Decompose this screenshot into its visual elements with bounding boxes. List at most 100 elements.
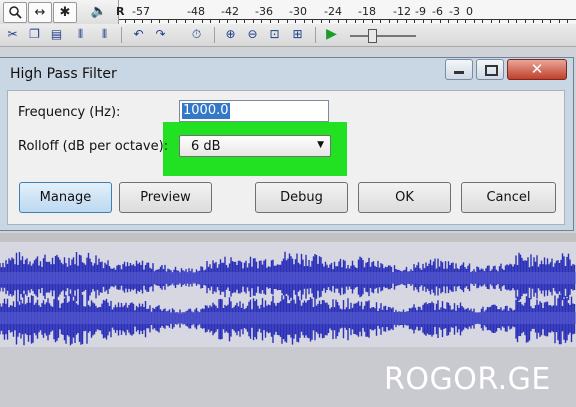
ruler-tick	[167, 19, 169, 23]
ruler-tick	[193, 19, 194, 23]
close-button[interactable]: ✕	[507, 59, 567, 80]
right-channel-marker: R	[116, 5, 125, 18]
watermark: ROGOR.GE	[384, 362, 551, 397]
ruler-tick	[312, 19, 313, 23]
ruler-tick	[329, 19, 330, 23]
minimize-button[interactable]	[445, 59, 473, 80]
debug-button[interactable]: Debug	[255, 182, 348, 213]
ruler-tick	[567, 19, 568, 23]
ruler-tick	[261, 19, 262, 23]
ruler-tick	[422, 19, 424, 23]
rolloff-select[interactable]: 6 dB ▼	[179, 135, 331, 157]
silence-icon[interactable]: ⦀	[96, 26, 113, 43]
cancel-button[interactable]: Cancel	[461, 182, 556, 213]
audio-track[interactable]	[0, 242, 576, 347]
redo-icon[interactable]: ↷	[152, 26, 169, 43]
ruler-label: 0	[466, 5, 473, 18]
rolloff-label: Rolloff (dB per octave):	[18, 139, 169, 154]
copy-icon[interactable]: ❐	[26, 26, 43, 43]
chevron-down-icon: ▼	[317, 140, 324, 150]
ruler-tick	[465, 19, 466, 23]
waveform-trace	[0, 251, 576, 346]
ruler-tick	[550, 19, 551, 23]
waveform	[0, 251, 576, 346]
ruler-tick	[252, 19, 254, 23]
sync-lock-icon[interactable]: ⏱	[188, 26, 205, 43]
ruler-label: -30	[289, 5, 307, 18]
ruler-label: -24	[324, 5, 342, 18]
dialog-title: High Pass Filter	[10, 66, 117, 82]
ruler-tick	[456, 19, 458, 23]
ruler-label: -57	[132, 5, 150, 18]
rolloff-value: 6 dB	[191, 139, 221, 154]
ruler-tick	[227, 19, 228, 23]
speed-slider-track[interactable]	[350, 35, 416, 37]
ruler-tick	[269, 19, 271, 23]
dialog-titlebar[interactable]: High Pass Filter ✕	[0, 58, 573, 90]
toolbar-separator	[214, 27, 215, 43]
waveform-rms-band	[0, 272, 576, 284]
ruler-tick	[295, 19, 296, 23]
maximize-icon	[485, 65, 498, 76]
maximize-button[interactable]	[476, 59, 504, 80]
ruler-tick	[201, 19, 203, 23]
ruler-tick	[439, 19, 441, 23]
preview-button[interactable]: Preview	[119, 182, 212, 213]
ruler-tick	[346, 19, 347, 23]
speed-slider-thumb[interactable]	[368, 29, 377, 43]
timeshift-icon[interactable]: ↔	[28, 2, 52, 23]
ruler-tick	[363, 19, 364, 23]
ruler-tick	[278, 19, 279, 23]
ruler-tick	[431, 19, 432, 23]
ruler-tick	[414, 19, 415, 23]
multi-tool-icon[interactable]: ✱	[53, 2, 77, 23]
toolbar-separator	[121, 27, 122, 43]
fit-selection-icon[interactable]: ⊡	[266, 26, 283, 43]
manage-button[interactable]: Manage	[19, 182, 112, 213]
frequency-input[interactable]: 1000.0	[179, 100, 329, 122]
paste-icon[interactable]: ▤	[48, 26, 65, 43]
ruler-tick	[303, 19, 305, 23]
minimize-icon	[454, 71, 464, 74]
cut-icon[interactable]: ✂	[4, 26, 21, 43]
frequency-value: 1000.0	[182, 103, 230, 119]
track-divider	[0, 233, 576, 242]
ruler-tick	[490, 19, 492, 23]
ruler-tick	[405, 19, 407, 23]
ruler-tick	[320, 19, 322, 23]
play-at-speed-icon[interactable]: ▶	[323, 26, 340, 43]
undo-icon[interactable]: ↶	[130, 26, 147, 43]
ruler-label: -9	[415, 5, 426, 18]
ruler-tick	[516, 19, 517, 23]
ruler-tick	[558, 19, 560, 23]
edit-toolbar: ✂ ❐ ▤ ⫴ ⦀ ↶ ↷ ⏱ ⊕ ⊖ ⊡ ⊞ ▶	[0, 24, 576, 47]
zoom-out-icon[interactable]: ⊖	[244, 26, 261, 43]
ruler-tick	[125, 19, 126, 23]
toolbar-separator	[315, 27, 316, 43]
ruler-tick	[524, 19, 526, 23]
frequency-label: Frequency (Hz):	[18, 105, 121, 120]
zoom-in-icon[interactable]: ⊕	[222, 26, 239, 43]
waveform-rms-band	[0, 312, 576, 324]
ruler-label: -6	[432, 5, 443, 18]
ruler-tick	[499, 19, 500, 23]
ruler-tick	[397, 19, 398, 23]
high-pass-filter-dialog: High Pass Filter ✕ Frequency (Hz): 1000.…	[0, 57, 574, 231]
ruler-tick	[235, 19, 237, 23]
zoom-icon[interactable]	[3, 2, 27, 23]
ruler-tick	[176, 19, 177, 23]
trim-icon[interactable]: ⫴	[72, 26, 89, 43]
meter-ruler[interactable]: R -57 -48 -42 -36 -30 -24 -18 -12 -9 -6 …	[116, 0, 576, 24]
ruler-tick	[210, 19, 211, 23]
ruler-tick	[184, 19, 186, 23]
ok-button[interactable]: OK	[358, 182, 451, 213]
ruler-tick	[218, 19, 220, 23]
volume-icon[interactable]: 🔈	[88, 2, 110, 21]
ruler-tick	[533, 19, 534, 23]
ruler-tick	[337, 19, 339, 23]
ruler-label: -42	[221, 5, 239, 18]
ruler-tick	[482, 19, 483, 23]
fit-project-icon[interactable]: ⊞	[289, 26, 306, 43]
ruler-tick	[380, 19, 381, 23]
ruler-label: -12	[393, 5, 411, 18]
